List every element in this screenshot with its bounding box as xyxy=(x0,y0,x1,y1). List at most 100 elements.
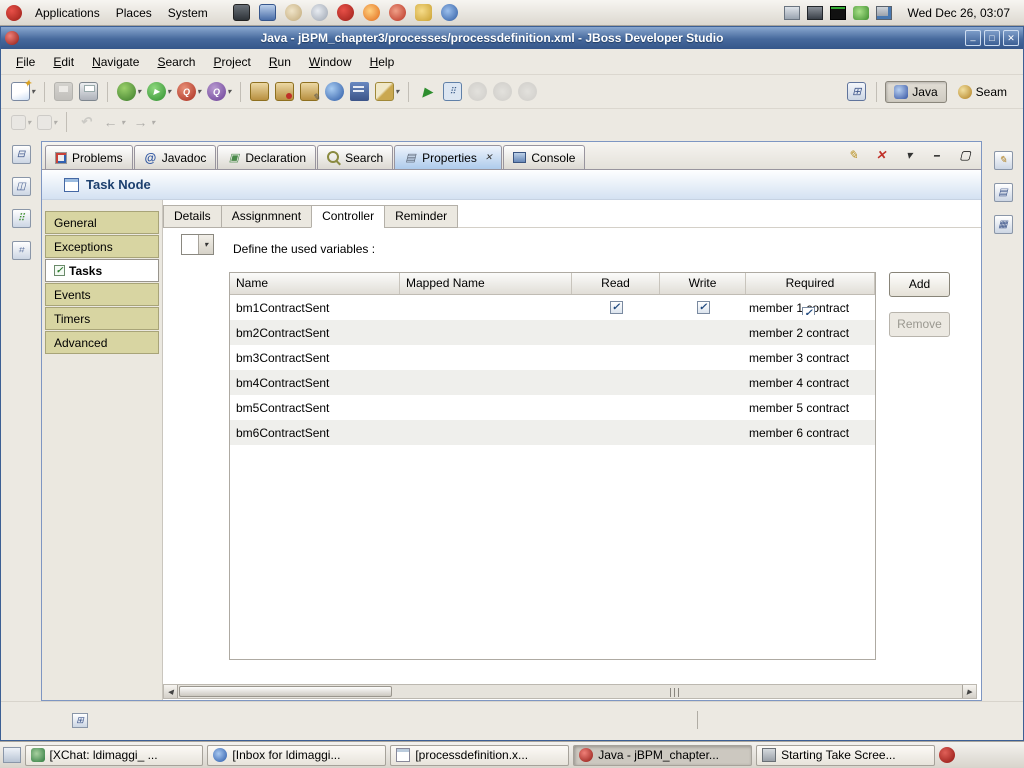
sidebar-item-timers[interactable]: Timers xyxy=(45,307,159,330)
open-perspective-button[interactable] xyxy=(845,80,868,103)
scroll-left-icon[interactable]: ◀ xyxy=(164,685,178,698)
system-monitor-tray-icon[interactable] xyxy=(876,5,893,20)
menu-window[interactable]: Window xyxy=(300,51,361,73)
read-checkbox[interactable] xyxy=(609,301,623,314)
detail-tab-assignment[interactable]: Assignmnent xyxy=(220,205,312,228)
pin-editor-icon[interactable] xyxy=(845,147,861,163)
new-wizard-button[interactable]: ▾ xyxy=(9,77,37,103)
xterm-tray-icon[interactable] xyxy=(830,5,847,20)
sidebar-item-tasks[interactable]: Tasks xyxy=(45,259,159,282)
menu-project[interactable]: Project xyxy=(204,51,259,73)
write-checkbox[interactable] xyxy=(696,301,710,314)
back-button[interactable]: ▾ xyxy=(99,111,127,134)
sidebar-item-general[interactable]: General xyxy=(45,211,159,234)
tab-properties[interactable]: Properties xyxy=(394,145,503,169)
prev-annotation-button[interactable]: ▾ xyxy=(35,113,59,132)
restore-view-icon[interactable] xyxy=(11,145,31,164)
displays-tray-icon[interactable] xyxy=(784,5,801,20)
hierarchy-icon[interactable] xyxy=(11,241,31,260)
required-checkbox[interactable] xyxy=(802,306,815,315)
terminal-tray-icon[interactable] xyxy=(807,5,824,20)
tab-problems[interactable]: Problems xyxy=(45,145,133,169)
close-window-button[interactable] xyxy=(1003,30,1019,46)
close-view-icon[interactable] xyxy=(873,147,889,163)
menu-file[interactable]: File xyxy=(7,51,44,73)
palette-icon[interactable] xyxy=(993,215,1013,234)
edit-jar-button[interactable] xyxy=(298,80,321,103)
coverage-button[interactable]: ▾ xyxy=(175,80,203,103)
table-row[interactable]: bm3ContractSent member 3 contract xyxy=(230,345,875,370)
taskbar-button-jboss-studio[interactable]: Java - jBPM_chapter... xyxy=(573,744,753,766)
column-header-name[interactable]: Name xyxy=(230,273,400,294)
column-header-write[interactable]: Write xyxy=(660,273,746,294)
cdrom-launcher-icon[interactable] xyxy=(284,4,302,21)
redhat-menu-icon[interactable] xyxy=(6,4,22,21)
help-launcher-icon[interactable] xyxy=(440,4,458,21)
terminal-launcher-icon[interactable] xyxy=(232,4,250,21)
table-row[interactable]: bm2ContractSent member 2 contract xyxy=(230,320,875,345)
scrollbar-thumb[interactable] xyxy=(179,686,392,697)
package-explorer-icon[interactable] xyxy=(11,209,31,228)
forward-button[interactable]: ▾ xyxy=(129,111,157,134)
minimize-view-icon[interactable] xyxy=(929,147,945,163)
column-header-mapped-name[interactable]: Mapped Name xyxy=(400,273,572,294)
sign-jar-button[interactable] xyxy=(273,80,296,103)
sidebar-item-events[interactable]: Events xyxy=(45,283,159,306)
next-annotation-button[interactable]: ▾ xyxy=(9,113,33,132)
run-button[interactable]: ▾ xyxy=(145,80,173,103)
chevron-down-icon[interactable] xyxy=(198,235,213,254)
detail-tab-details[interactable]: Details xyxy=(163,205,221,228)
remove-button[interactable]: Remove xyxy=(889,312,950,337)
save-button[interactable] xyxy=(52,80,75,103)
terminate-button[interactable] xyxy=(491,80,514,103)
menu-navigate[interactable]: Navigate xyxy=(83,51,148,73)
print-button[interactable] xyxy=(77,80,100,103)
sidebar-item-advanced[interactable]: Advanced xyxy=(45,331,159,354)
add-button[interactable]: Add xyxy=(889,272,950,297)
horizontal-scrollbar[interactable]: ◀ ▶ xyxy=(163,684,977,699)
table-row[interactable]: bm5ContractSent member 5 contract xyxy=(230,395,875,420)
system-menu[interactable]: System xyxy=(161,3,215,23)
table-row[interactable]: bm4ContractSent member 4 contract xyxy=(230,370,875,395)
perspective-seam-button[interactable]: Seam xyxy=(950,82,1015,102)
tab-declaration[interactable]: Declaration xyxy=(217,145,317,169)
perspective-java-button[interactable]: Java xyxy=(885,80,947,103)
outline-icon[interactable] xyxy=(993,183,1013,202)
clock[interactable]: Wed Dec 26, 03:07 xyxy=(899,6,1018,20)
tab-javadoc[interactable]: Javadoc xyxy=(133,145,217,169)
rhn-launcher-icon[interactable] xyxy=(388,4,406,21)
detail-tab-controller[interactable]: Controller xyxy=(311,205,385,228)
taskbar-button-xchat[interactable]: [XChat: ldimaggi_ ... xyxy=(24,744,204,766)
applications-menu[interactable]: Applications xyxy=(28,3,107,23)
scroll-right-icon[interactable]: ▶ xyxy=(962,685,976,698)
maximize-view-icon[interactable] xyxy=(957,147,973,163)
variable-combo[interactable] xyxy=(181,234,214,255)
last-edit-button[interactable] xyxy=(74,111,97,134)
new-jar-button[interactable] xyxy=(248,80,271,103)
menu-search[interactable]: Search xyxy=(148,51,204,73)
menu-edit[interactable]: Edit xyxy=(44,51,83,73)
fastview-docking-icon[interactable] xyxy=(72,713,88,728)
sidebar-item-exceptions[interactable]: Exceptions xyxy=(45,235,159,258)
table-row[interactable]: bm6ContractSent member 6 contract xyxy=(230,420,875,445)
debug-button[interactable]: ▾ xyxy=(115,80,143,103)
tab-console[interactable]: Console xyxy=(503,145,586,169)
editor-shortcut-icon[interactable] xyxy=(11,177,31,196)
table-row[interactable]: bm1ContractSent member 1 contract xyxy=(230,295,875,320)
splitter-grip[interactable] xyxy=(670,688,682,697)
edit-page-icon[interactable] xyxy=(993,151,1013,170)
disc-launcher-icon[interactable] xyxy=(310,4,328,21)
redhat-launcher-icon[interactable] xyxy=(336,4,354,21)
places-menu[interactable]: Places xyxy=(109,3,159,23)
red-tray-icon[interactable] xyxy=(939,747,955,763)
power-tray-icon[interactable] xyxy=(853,5,870,20)
profile-button[interactable]: ▾ xyxy=(205,80,233,103)
taskbar-button-inbox[interactable]: [Inbox for ldimaggi... xyxy=(207,744,387,766)
titlebar[interactable]: Java - jBPM_chapter3/processes/processde… xyxy=(1,27,1023,49)
open-type-button[interactable] xyxy=(348,80,371,103)
view-menu-icon[interactable] xyxy=(901,147,917,163)
taskbar-button-processdefinition[interactable]: [processdefinition.x... xyxy=(390,744,570,766)
column-header-read[interactable]: Read xyxy=(572,273,660,294)
maximize-window-button[interactable] xyxy=(984,30,1000,46)
signature-button[interactable]: ▾ xyxy=(373,80,401,103)
